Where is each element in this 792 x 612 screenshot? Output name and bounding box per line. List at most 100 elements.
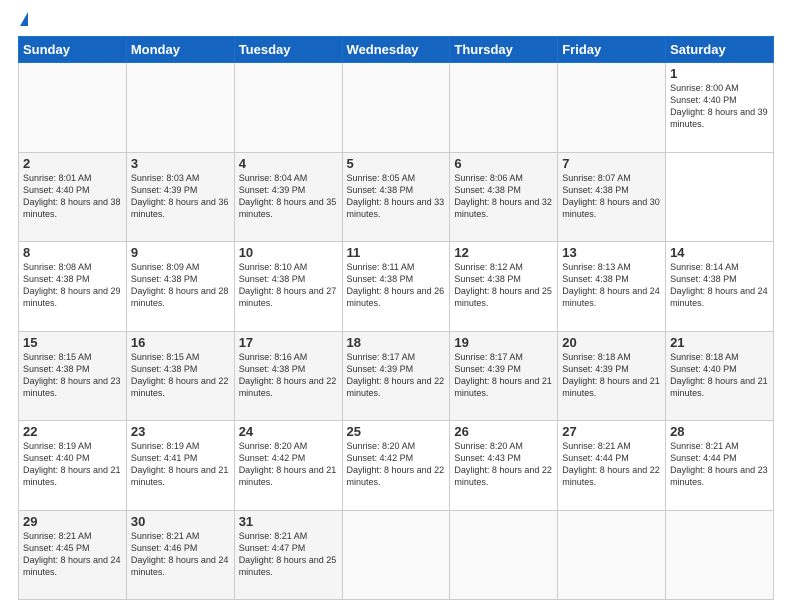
day-info: Sunrise: 8:21 AMSunset: 4:47 PMDaylight:… xyxy=(239,530,338,579)
calendar-day-cell: 8Sunrise: 8:08 AMSunset: 4:38 PMDaylight… xyxy=(19,242,127,332)
calendar-header-thursday: Thursday xyxy=(450,37,558,63)
calendar-day-cell: 11Sunrise: 8:11 AMSunset: 4:38 PMDayligh… xyxy=(342,242,450,332)
day-info: Sunrise: 8:18 AMSunset: 4:39 PMDaylight:… xyxy=(562,351,661,400)
day-info: Sunrise: 8:21 AMSunset: 4:44 PMDaylight:… xyxy=(670,440,769,489)
calendar-header-friday: Friday xyxy=(558,37,666,63)
day-number: 10 xyxy=(239,245,338,260)
day-number: 8 xyxy=(23,245,122,260)
day-number: 2 xyxy=(23,156,122,171)
day-info: Sunrise: 8:20 AMSunset: 4:43 PMDaylight:… xyxy=(454,440,553,489)
calendar-day-cell: 23Sunrise: 8:19 AMSunset: 4:41 PMDayligh… xyxy=(126,421,234,511)
calendar-header-saturday: Saturday xyxy=(666,37,774,63)
calendar-day-cell: 16Sunrise: 8:15 AMSunset: 4:38 PMDayligh… xyxy=(126,331,234,421)
day-info: Sunrise: 8:15 AMSunset: 4:38 PMDaylight:… xyxy=(23,351,122,400)
calendar-day-cell: 19Sunrise: 8:17 AMSunset: 4:39 PMDayligh… xyxy=(450,331,558,421)
calendar-day-cell: 25Sunrise: 8:20 AMSunset: 4:42 PMDayligh… xyxy=(342,421,450,511)
calendar-week-row: 15Sunrise: 8:15 AMSunset: 4:38 PMDayligh… xyxy=(19,331,774,421)
calendar-table: SundayMondayTuesdayWednesdayThursdayFrid… xyxy=(18,36,774,600)
day-info: Sunrise: 8:13 AMSunset: 4:38 PMDaylight:… xyxy=(562,261,661,310)
day-info: Sunrise: 8:21 AMSunset: 4:46 PMDaylight:… xyxy=(131,530,230,579)
day-number: 13 xyxy=(562,245,661,260)
calendar-day-cell: 17Sunrise: 8:16 AMSunset: 4:38 PMDayligh… xyxy=(234,331,342,421)
calendar-day-cell xyxy=(450,510,558,600)
calendar-header-sunday: Sunday xyxy=(19,37,127,63)
day-info: Sunrise: 8:07 AMSunset: 4:38 PMDaylight:… xyxy=(562,172,661,221)
calendar-day-cell: 18Sunrise: 8:17 AMSunset: 4:39 PMDayligh… xyxy=(342,331,450,421)
day-number: 31 xyxy=(239,514,338,529)
calendar-day-cell: 27Sunrise: 8:21 AMSunset: 4:44 PMDayligh… xyxy=(558,421,666,511)
day-info: Sunrise: 8:01 AMSunset: 4:40 PMDaylight:… xyxy=(23,172,122,221)
day-info: Sunrise: 8:17 AMSunset: 4:39 PMDaylight:… xyxy=(454,351,553,400)
header xyxy=(18,16,774,26)
day-info: Sunrise: 8:19 AMSunset: 4:41 PMDaylight:… xyxy=(131,440,230,489)
calendar-day-cell xyxy=(558,510,666,600)
calendar-empty-cell xyxy=(19,63,127,153)
calendar-day-cell: 1Sunrise: 8:00 AMSunset: 4:40 PMDaylight… xyxy=(666,63,774,153)
calendar-day-cell: 13Sunrise: 8:13 AMSunset: 4:38 PMDayligh… xyxy=(558,242,666,332)
day-info: Sunrise: 8:20 AMSunset: 4:42 PMDaylight:… xyxy=(239,440,338,489)
day-number: 6 xyxy=(454,156,553,171)
day-number: 21 xyxy=(670,335,769,350)
logo xyxy=(18,16,28,26)
calendar-header-tuesday: Tuesday xyxy=(234,37,342,63)
day-info: Sunrise: 8:20 AMSunset: 4:42 PMDaylight:… xyxy=(347,440,446,489)
day-info: Sunrise: 8:12 AMSunset: 4:38 PMDaylight:… xyxy=(454,261,553,310)
day-number: 22 xyxy=(23,424,122,439)
calendar-day-cell: 7Sunrise: 8:07 AMSunset: 4:38 PMDaylight… xyxy=(558,152,666,242)
day-number: 20 xyxy=(562,335,661,350)
day-number: 27 xyxy=(562,424,661,439)
calendar-day-cell xyxy=(666,510,774,600)
day-number: 25 xyxy=(347,424,446,439)
calendar-day-cell: 3Sunrise: 8:03 AMSunset: 4:39 PMDaylight… xyxy=(126,152,234,242)
calendar-week-row: 29Sunrise: 8:21 AMSunset: 4:45 PMDayligh… xyxy=(19,510,774,600)
day-number: 26 xyxy=(454,424,553,439)
calendar-day-cell: 24Sunrise: 8:20 AMSunset: 4:42 PMDayligh… xyxy=(234,421,342,511)
calendar-week-row: 22Sunrise: 8:19 AMSunset: 4:40 PMDayligh… xyxy=(19,421,774,511)
calendar-empty-cell xyxy=(450,63,558,153)
day-number: 23 xyxy=(131,424,230,439)
day-info: Sunrise: 8:06 AMSunset: 4:38 PMDaylight:… xyxy=(454,172,553,221)
calendar-day-cell: 30Sunrise: 8:21 AMSunset: 4:46 PMDayligh… xyxy=(126,510,234,600)
day-number: 7 xyxy=(562,156,661,171)
calendar-day-cell: 26Sunrise: 8:20 AMSunset: 4:43 PMDayligh… xyxy=(450,421,558,511)
calendar-day-cell: 4Sunrise: 8:04 AMSunset: 4:39 PMDaylight… xyxy=(234,152,342,242)
day-number: 3 xyxy=(131,156,230,171)
day-number: 15 xyxy=(23,335,122,350)
day-number: 28 xyxy=(670,424,769,439)
day-number: 9 xyxy=(131,245,230,260)
day-info: Sunrise: 8:09 AMSunset: 4:38 PMDaylight:… xyxy=(131,261,230,310)
calendar-empty-cell xyxy=(234,63,342,153)
day-info: Sunrise: 8:16 AMSunset: 4:38 PMDaylight:… xyxy=(239,351,338,400)
calendar-day-cell: 28Sunrise: 8:21 AMSunset: 4:44 PMDayligh… xyxy=(666,421,774,511)
calendar-header-wednesday: Wednesday xyxy=(342,37,450,63)
day-number: 18 xyxy=(347,335,446,350)
day-number: 12 xyxy=(454,245,553,260)
day-number: 17 xyxy=(239,335,338,350)
calendar-day-cell: 10Sunrise: 8:10 AMSunset: 4:38 PMDayligh… xyxy=(234,242,342,332)
calendar-empty-cell xyxy=(126,63,234,153)
day-info: Sunrise: 8:04 AMSunset: 4:39 PMDaylight:… xyxy=(239,172,338,221)
day-info: Sunrise: 8:21 AMSunset: 4:45 PMDaylight:… xyxy=(23,530,122,579)
day-info: Sunrise: 8:15 AMSunset: 4:38 PMDaylight:… xyxy=(131,351,230,400)
calendar-header-monday: Monday xyxy=(126,37,234,63)
day-info: Sunrise: 8:00 AMSunset: 4:40 PMDaylight:… xyxy=(670,82,769,131)
calendar-day-cell: 22Sunrise: 8:19 AMSunset: 4:40 PMDayligh… xyxy=(19,421,127,511)
day-number: 4 xyxy=(239,156,338,171)
day-info: Sunrise: 8:14 AMSunset: 4:38 PMDaylight:… xyxy=(670,261,769,310)
calendar-day-cell: 29Sunrise: 8:21 AMSunset: 4:45 PMDayligh… xyxy=(19,510,127,600)
day-number: 19 xyxy=(454,335,553,350)
calendar-day-cell: 21Sunrise: 8:18 AMSunset: 4:40 PMDayligh… xyxy=(666,331,774,421)
calendar-day-cell: 5Sunrise: 8:05 AMSunset: 4:38 PMDaylight… xyxy=(342,152,450,242)
calendar-day-cell: 20Sunrise: 8:18 AMSunset: 4:39 PMDayligh… xyxy=(558,331,666,421)
day-number: 24 xyxy=(239,424,338,439)
day-info: Sunrise: 8:18 AMSunset: 4:40 PMDaylight:… xyxy=(670,351,769,400)
day-info: Sunrise: 8:17 AMSunset: 4:39 PMDaylight:… xyxy=(347,351,446,400)
calendar-empty-cell xyxy=(558,63,666,153)
day-info: Sunrise: 8:05 AMSunset: 4:38 PMDaylight:… xyxy=(347,172,446,221)
day-number: 16 xyxy=(131,335,230,350)
day-info: Sunrise: 8:10 AMSunset: 4:38 PMDaylight:… xyxy=(239,261,338,310)
day-number: 30 xyxy=(131,514,230,529)
calendar-week-row: 1Sunrise: 8:00 AMSunset: 4:40 PMDaylight… xyxy=(19,63,774,153)
day-number: 11 xyxy=(347,245,446,260)
calendar-empty-cell xyxy=(342,63,450,153)
